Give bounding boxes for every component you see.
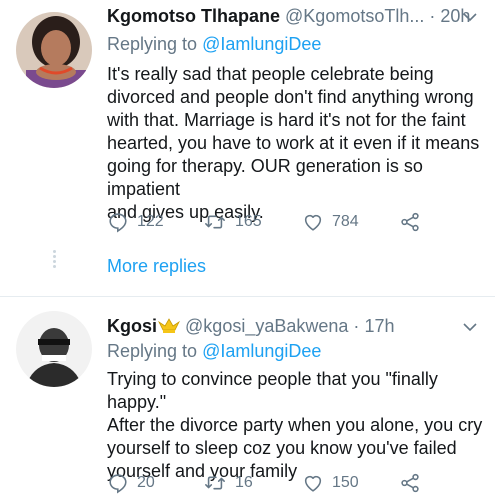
replying-to: Replying to @IamlungiDee <box>107 32 321 56</box>
share-button[interactable] <box>399 210 421 234</box>
chevron-down-icon[interactable] <box>461 8 479 26</box>
tweet-text-line: hearted, you have to work at it even if … <box>107 133 480 153</box>
tweet-text: It's really sad that people celebrate be… <box>107 63 487 224</box>
tweet-text-line: Trying to convince people that you "fina… <box>107 369 438 412</box>
display-name[interactable]: Kgosi <box>107 316 181 336</box>
tweet-header: Kgomotso Tlhapane @KgomotsoTlh... · 20h <box>107 4 470 28</box>
tweet-text-line: yourself to sleep coz you know you've fa… <box>107 438 457 458</box>
replying-to-label: Replying to <box>107 34 198 54</box>
heart-icon <box>304 214 322 231</box>
retweet-button[interactable]: 16 <box>203 471 253 495</box>
tweet-actions: 20 16 150 <box>107 471 437 495</box>
retweet-icon <box>205 476 225 490</box>
replying-to: Replying to @IamlungiDee <box>107 339 321 363</box>
reply-button[interactable]: 122 <box>107 210 164 234</box>
separator-dot: · <box>429 6 436 26</box>
retweet-icon <box>205 215 225 229</box>
display-name[interactable]: Kgomotso Tlhapane <box>107 6 280 26</box>
tweet-text-line: with that. Marriage is hard it's not for… <box>107 110 466 130</box>
crown-emoji-icon <box>157 316 181 340</box>
heart-icon <box>304 475 322 492</box>
reply-icon <box>109 474 127 494</box>
like-count: 784 <box>332 213 359 230</box>
user-handle[interactable]: @kgosi_yaBakwena <box>185 316 348 336</box>
timestamp[interactable]: 17h <box>364 316 394 336</box>
tweet-text-line: divorced and people don't find anything … <box>107 87 474 107</box>
like-count: 150 <box>332 474 359 491</box>
avatar[interactable] <box>16 311 92 387</box>
user-handle[interactable]: @KgomotsoTlh... <box>285 6 424 26</box>
chevron-down-icon[interactable] <box>461 318 479 336</box>
reply-count: 122 <box>137 213 164 230</box>
retweet-count: 16 <box>235 474 253 491</box>
avatar-photo <box>16 311 92 387</box>
avatar[interactable] <box>16 12 92 88</box>
avatar-photo <box>16 12 92 88</box>
thread-connector <box>53 250 56 270</box>
like-button[interactable]: 150 <box>302 471 359 495</box>
separator-dot: · <box>353 316 360 336</box>
tweet-text: Trying to convince people that you "fina… <box>107 368 487 483</box>
tweet-header: Kgosi @kgosi_yaBakwena · 17h <box>107 314 394 340</box>
tweet-text-line: After the divorce party when you alone, … <box>107 415 483 435</box>
reply-count: 20 <box>137 474 155 491</box>
mention-link[interactable]: @IamlungiDee <box>202 34 321 54</box>
replying-to-label: Replying to <box>107 341 198 361</box>
reply-button[interactable]: 20 <box>107 471 155 495</box>
tweet[interactable]: Kgomotso Tlhapane @KgomotsoTlh... · 20h … <box>0 0 495 296</box>
tweet-actions: 122 165 784 <box>107 210 437 234</box>
share-icon <box>401 473 419 493</box>
retweet-count: 165 <box>235 213 262 230</box>
reply-icon <box>109 213 127 233</box>
mention-link[interactable]: @IamlungiDee <box>202 341 321 361</box>
share-icon <box>401 212 419 232</box>
retweet-button[interactable]: 165 <box>203 210 262 234</box>
more-replies-link[interactable]: More replies <box>107 256 206 277</box>
share-button[interactable] <box>399 471 421 495</box>
tweet[interactable]: Kgosi @kgosi_yaBakwena · 17h Replying to… <box>0 297 495 500</box>
tweet-text-line: going for therapy. OUR generation is so … <box>107 156 423 199</box>
like-button[interactable]: 784 <box>302 210 359 234</box>
tweet-text-line: It's really sad that people celebrate be… <box>107 64 434 84</box>
